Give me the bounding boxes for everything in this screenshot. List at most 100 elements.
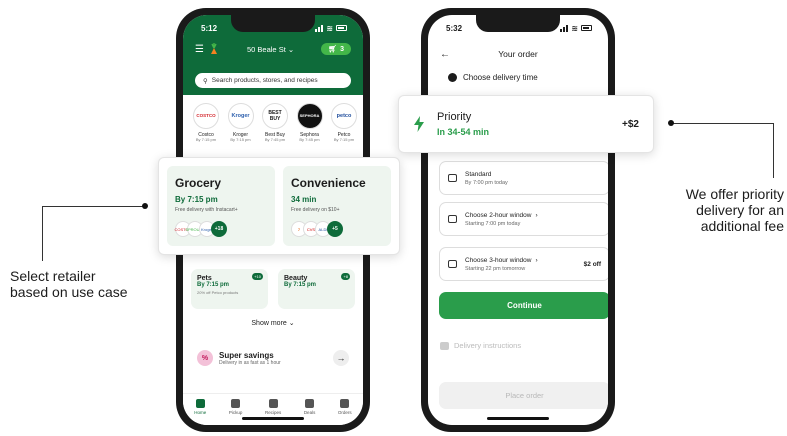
beauty-more-badge: +8 [341, 273, 350, 280]
bottom-tab-bar: Home Pickup Recipes Deals Orders [183, 393, 363, 425]
chevron-right-icon: › [535, 256, 538, 264]
search-input[interactable]: ⚲ Search products, stores, and recipes [195, 73, 351, 88]
delivery-instructions-row[interactable]: Delivery instructions [440, 341, 521, 350]
phone-notch [476, 15, 560, 32]
wifi-icon: ≋ [326, 23, 333, 33]
tab-deals[interactable]: Deals [303, 399, 316, 425]
retailer-time: By 7:45 pm [264, 137, 286, 142]
super-savings-row[interactable]: % Super savings Delivery in as fast as 1… [191, 343, 355, 373]
battery-icon [581, 25, 592, 31]
right-phone: 5:32 ≋ ← Your order Choose delivery time… [421, 8, 615, 432]
option-standard[interactable]: Standard By 7:00 pm today [439, 161, 608, 195]
retailer-time: By 7:15 pm [333, 137, 355, 142]
tab-pickup[interactable]: Pickup [228, 399, 243, 425]
option-3hr-window[interactable]: Choose 3-hour window Starting 22 pm tomo… [439, 247, 608, 281]
petco-logo: petco [331, 103, 357, 129]
signal-icon [315, 24, 324, 32]
delivery-time-label: Choose delivery time [463, 73, 538, 82]
car-icon [448, 174, 457, 182]
costco-logo: COSTCO [193, 103, 219, 129]
option-sub: Starting 22 pm tomorrow [465, 265, 526, 272]
discount-label: $2 off [583, 260, 601, 268]
annotation-line: delivery for an [696, 202, 784, 218]
battery-icon [336, 25, 347, 31]
kroger-logo: Kroger [227, 103, 254, 129]
deals-icon [305, 399, 315, 408]
pets-note: 20% off Petco products [197, 290, 239, 295]
home-indicator [487, 417, 549, 420]
percent-badge-icon: % [197, 350, 213, 366]
right-callout-line-h [671, 123, 774, 124]
left-callout-line-v [42, 206, 43, 261]
show-more-label: Show more [251, 320, 287, 327]
delivery-time-section: Choose delivery time [428, 65, 608, 82]
grocery-card[interactable]: Grocery By 7:15 pm Free delivery with In… [167, 166, 275, 246]
tab-home[interactable]: Home [194, 399, 206, 425]
tab-orders[interactable]: Orders [338, 399, 352, 425]
tab-label: Deals [303, 410, 316, 415]
show-more-button[interactable]: Show more ⌄ [183, 319, 363, 327]
option-title: Choose 3-hour window [465, 256, 532, 264]
annotation-line: based on use case [10, 284, 128, 300]
search-placeholder: Search products, stores, and recipes [211, 77, 318, 84]
back-arrow-icon[interactable]: ← [440, 49, 450, 60]
pets-card[interactable]: Pets By 7:15 pm 20% off Petco products +… [191, 269, 268, 309]
address-selector[interactable]: 50 Beale St ⌄ [247, 45, 294, 54]
continue-button[interactable]: Continue [439, 292, 608, 319]
cart-count: 3 [340, 45, 344, 53]
tab-label: Recipes [264, 410, 282, 415]
retailer-costco[interactable]: COSTCO Costco By 7:15 pm [191, 103, 221, 143]
arrow-right-icon[interactable]: → [333, 350, 349, 366]
priority-eta: In 34-54 min [437, 127, 490, 137]
nav-row: ☰ 50 Beale St ⌄ 🛒︎ 3 [183, 37, 363, 55]
pets-more-badge: +10 [252, 273, 263, 280]
tab-label: Pickup [228, 410, 243, 415]
chevron-right-icon: › [535, 211, 538, 219]
grocery-time: By 7:15 pm [175, 195, 218, 204]
convenience-card[interactable]: Convenience 34 min Free delivery on $10+… [283, 166, 391, 246]
calendar-icon [448, 260, 457, 268]
retailer-bestbuy[interactable]: BEST BUY Best Buy By 7:45 pm [260, 103, 290, 143]
beauty-time: By 7:15 pm [284, 282, 317, 288]
retailer-time: By 7:15 pm [230, 137, 251, 142]
menu-icon[interactable]: ☰ [195, 44, 204, 55]
grocery-note: Free delivery with Instacart+ [175, 207, 238, 213]
option-sub: By 7:00 pm today [465, 179, 508, 186]
recipes-icon [268, 399, 278, 408]
retailer-kroger[interactable]: Kroger Kroger By 7:15 pm [226, 103, 256, 143]
store-category-callout: Grocery By 7:15 pm Free delivery with In… [158, 157, 400, 255]
retailer-sephora[interactable]: SEPHORA Sephora By 7:45 pm [295, 103, 325, 143]
place-order-button[interactable]: Place order [439, 382, 608, 409]
tab-recipes[interactable]: Recipes [265, 399, 281, 425]
retailer-time: By 7:15 pm [195, 137, 217, 142]
lightning-bolt-icon [414, 116, 424, 132]
retailer-petco[interactable]: petco Petco By 7:15 pm [329, 103, 359, 143]
option-title: Standard [465, 170, 492, 178]
left-annotation: Select retailer based on use case [10, 268, 128, 300]
beauty-card[interactable]: Beauty By 7:15 pm +8 [278, 269, 355, 309]
left-callout-dot [142, 203, 148, 209]
option-2hr-window[interactable]: Choose 2-hour window Starting 7:00 pm to… [439, 202, 608, 236]
order-screen: 5:32 ≋ ← Your order Choose delivery time… [428, 15, 608, 425]
retailer-time: By 7:45 pm [299, 137, 320, 142]
right-annotation: We offer priority delivery for an additi… [654, 186, 784, 234]
pets-time: By 7:15 pm [197, 282, 230, 288]
sephora-logo: SEPHORA [296, 103, 323, 129]
bestbuy-logo: BEST BUY [262, 103, 288, 129]
cart-button[interactable]: 🛒︎ 3 [321, 43, 351, 55]
home-indicator [242, 417, 304, 420]
priority-callout[interactable]: Priority In 34-54 min +$2 [398, 95, 654, 153]
right-callout-line-v [773, 123, 774, 178]
more-stores-badge: +5 [327, 221, 343, 237]
tab-label: Home [194, 410, 207, 415]
left-callout-line-h [42, 206, 146, 207]
page-title: Your order [498, 49, 538, 59]
wifi-icon: ≋ [571, 23, 578, 33]
convenience-title: Convenience [291, 176, 366, 190]
beauty-title: Beauty [284, 275, 308, 282]
retailer-row: COSTCO Costco By 7:15 pm Kroger Kroger B… [191, 103, 359, 143]
search-icon: ⚲ [203, 77, 208, 85]
status-time: 5:12 [201, 23, 218, 33]
tab-label: Orders [337, 410, 352, 415]
phone-notch [231, 15, 315, 32]
